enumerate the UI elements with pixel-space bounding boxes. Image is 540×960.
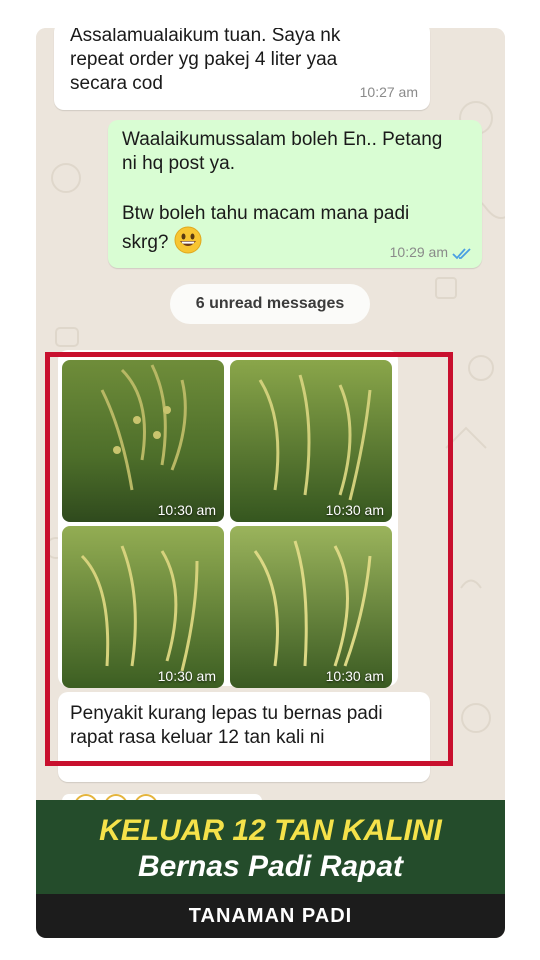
message-text-part-1: Waalaikumussalam boleh En.. Petang ni hq… [122,129,443,174]
post-card: Assalamualaikum tuan. Saya nk repeat ord… [36,28,505,938]
double-check-icon [452,243,472,267]
headline-line-1: KELUAR 12 TAN KALINI [99,814,442,847]
outgoing-message[interactable]: Waalaikumussalam boleh En.. Petang ni hq… [108,120,482,268]
unread-messages-badge: 6 unread messages [170,284,370,324]
chat-area[interactable]: Assalamualaikum tuan. Saya nk repeat ord… [36,28,505,800]
message-time: 10:27 am [359,84,418,100]
grinning-face-icon [174,226,202,261]
highlight-frame [45,352,453,766]
incoming-message[interactable]: Assalamualaikum tuan. Saya nk repeat ord… [54,28,430,110]
footer-label: TANAMAN PADI [36,894,505,938]
message-time: 10:29 am [389,244,448,260]
headline-line-2: Bernas Padi Rapat [137,850,404,883]
